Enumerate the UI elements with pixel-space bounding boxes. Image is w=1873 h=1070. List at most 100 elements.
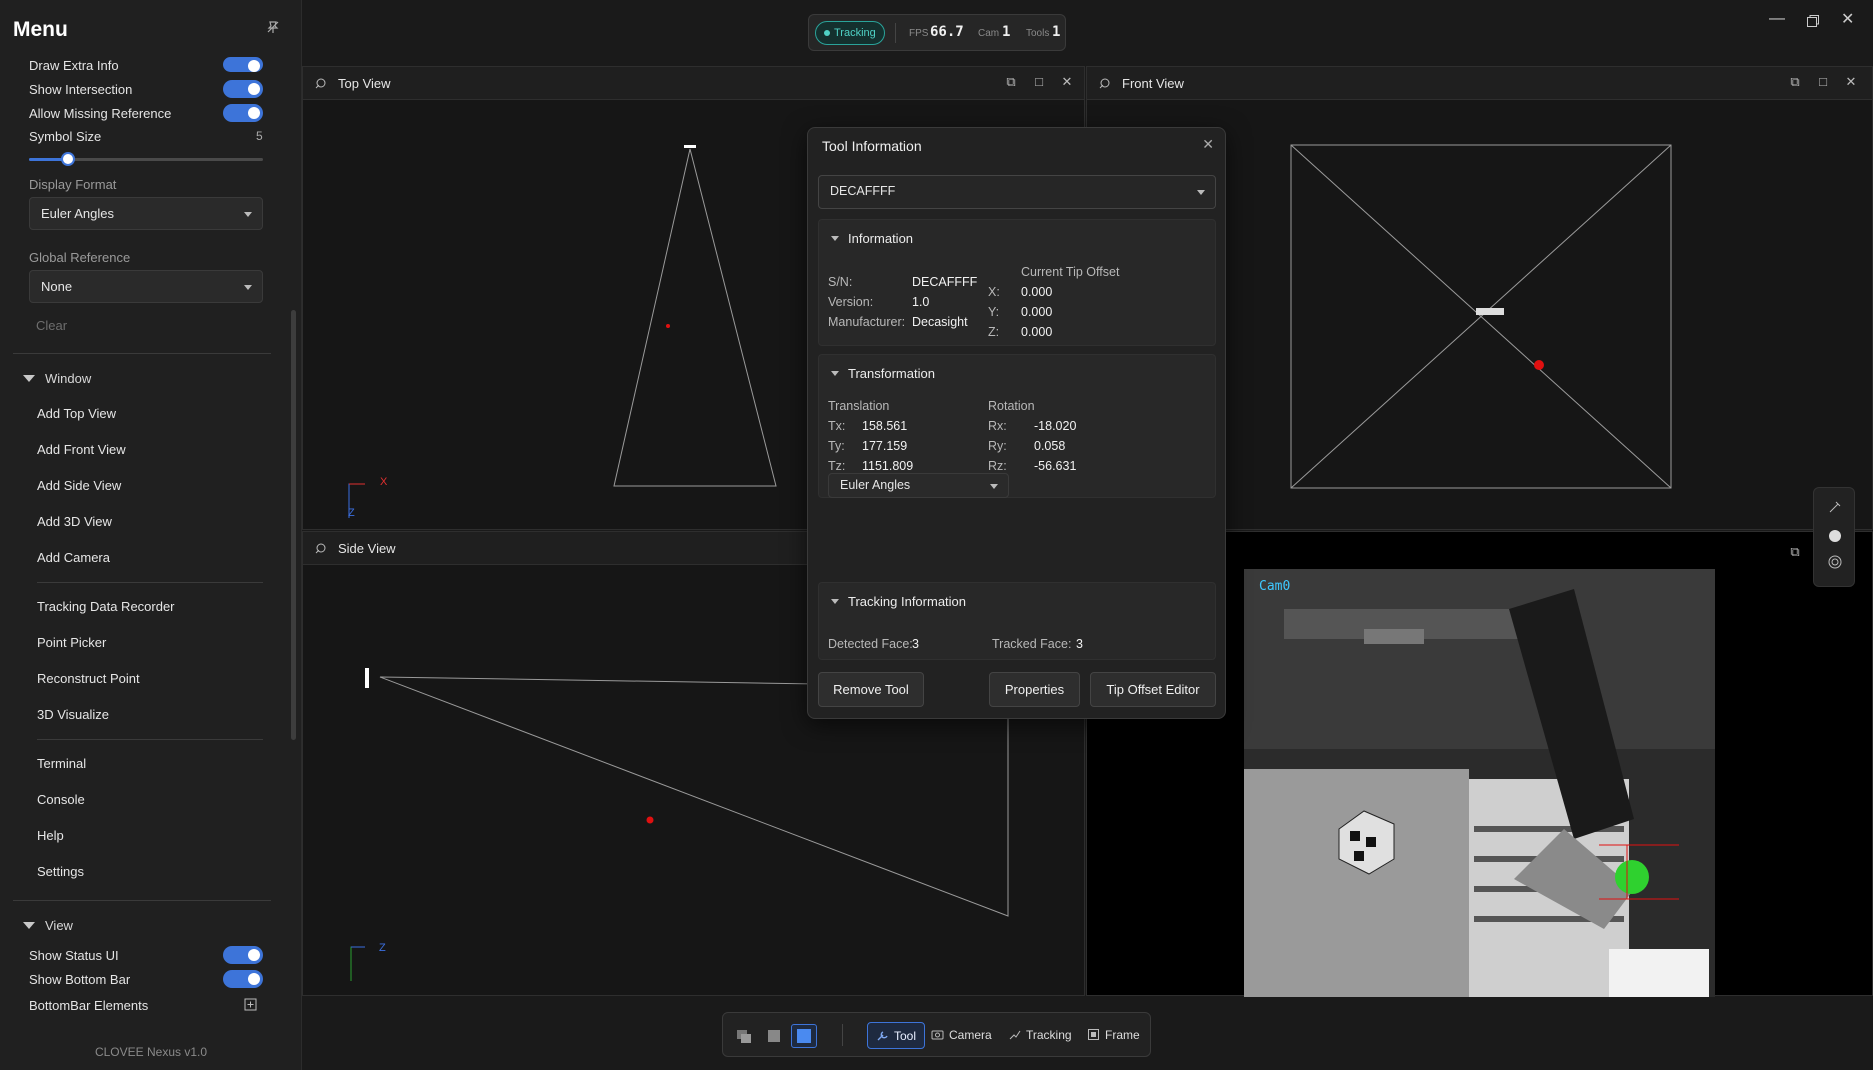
ry-value: 0.058 [1034,439,1066,453]
menu-item-point-picker[interactable]: Point Picker [37,635,106,650]
fps-value: 66.7 [930,24,964,40]
menu-title: Menu [13,18,68,41]
target-tool-icon[interactable] [1827,554,1843,570]
menu-item-tracking-data-recorder[interactable]: Tracking Data Recorder [37,599,175,614]
menu-item-help[interactable]: Help [37,828,64,843]
view-icon [1099,78,1110,89]
menu-item-terminal[interactable]: Terminal [37,756,86,771]
dialog-title: Tool Information [822,138,922,154]
close-window-button[interactable]: ✕ [1841,9,1854,29]
properties-button[interactable]: Properties [989,672,1080,707]
view-icon [315,543,326,554]
menu-item-add-3d-view[interactable]: Add 3D View [37,514,112,529]
tab-camera-label: Camera [949,1028,992,1042]
show-bottom-bar-toggle[interactable] [223,970,263,988]
wrench-icon [877,1031,888,1041]
tracking-information-header[interactable]: Tracking Information [831,594,966,609]
caret-down-icon [23,922,35,929]
popout-icon[interactable]: ⧉ [1787,74,1803,90]
tools-label: Tools [1026,28,1050,39]
close-panel-icon[interactable]: ✕ [1843,74,1859,90]
maximize-panel-icon[interactable]: □ [1815,74,1831,90]
menu-item-add-top-view[interactable]: Add Top View [37,406,116,421]
rotation-format-value: Euler Angles [840,478,911,492]
menu-item-settings[interactable]: Settings [37,864,84,879]
rx-label: Rx: [988,419,1007,433]
view-section-header[interactable]: View [23,918,73,933]
point-tool-icon[interactable] [1829,530,1841,542]
slider-thumb[interactable] [61,152,75,166]
draw-extra-info-toggle[interactable] [223,57,263,72]
maximize-window-button[interactable] [1806,14,1820,28]
axis-x-label: X [380,476,388,488]
global-reference-select[interactable]: None [29,270,263,303]
tool-select[interactable]: DECAFFFF [818,175,1216,209]
tab-tracking[interactable]: Tracking [1000,1022,1080,1049]
tracking-information-group: Tracking Information Detected Face: 3 Tr… [818,582,1216,660]
tip-y-value: 0.000 [1021,305,1053,319]
minimize-window-button[interactable]: — [1769,10,1785,28]
menu-item-3d-visualize[interactable]: 3D Visualize [37,707,109,722]
remove-tool-button[interactable]: Remove Tool [818,672,924,707]
version-label: Version: [828,295,874,309]
panel-header: Front View ⧉ □ ✕ [1087,67,1872,100]
maximize-panel-icon[interactable]: □ [1031,74,1047,90]
measure-tool-icon[interactable] [1827,499,1843,515]
rz-label: Rz: [988,459,1007,473]
close-panel-icon[interactable]: ✕ [1059,74,1075,90]
expand-plus-icon[interactable] [244,998,257,1011]
popout-icon[interactable]: ⧉ [1003,74,1019,90]
layout-single-icon[interactable] [763,1025,785,1047]
clear-button[interactable]: Clear [36,318,67,333]
information-header-label: Information [848,231,914,246]
display-format-label: Display Format [29,177,117,192]
symbol-size-slider[interactable] [29,152,263,166]
window-section-header[interactable]: Window [23,371,91,386]
tip-offset-editor-button[interactable]: Tip Offset Editor [1090,672,1216,707]
tab-tool[interactable]: Tool [867,1022,926,1049]
layout-cascade-icon[interactable] [733,1025,755,1047]
caret-down-icon [831,371,839,376]
rz-value: -56.631 [1034,459,1077,473]
information-header[interactable]: Information [831,231,913,246]
show-status-ui-toggle[interactable] [223,946,263,964]
show-intersection-toggle[interactable] [223,80,263,98]
pin-off-icon[interactable] [266,20,280,34]
toggle-label-show-status-ui: Show Status UI [29,948,119,963]
menu-item-add-camera[interactable]: Add Camera [37,550,110,565]
menu-item-add-side-view[interactable]: Add Side View [37,478,121,493]
tip-x-value: 0.000 [1021,285,1053,299]
symbol-size-value: 5 [256,129,263,143]
menu-item-reconstruct-point[interactable]: Reconstruct Point [37,671,140,686]
menu-item-console[interactable]: Console [37,792,85,807]
layout-grid-button[interactable] [791,1024,817,1048]
status-bar: Tracking FPS 66.7 Cam 1 Tools 1 [808,14,1066,51]
transformation-group: Transformation Translation Rotation Tx: … [818,354,1216,498]
window-section-label: Window [45,371,92,386]
divider [895,23,896,43]
tip-offset-title: Current Tip Offset [1021,265,1120,279]
close-icon[interactable]: ✕ [1202,136,1214,153]
tab-frame[interactable]: Frame [1079,1022,1148,1049]
chevron-down-icon [990,484,998,489]
rx-value: -18.020 [1034,419,1077,433]
sidebar-scrollbar[interactable] [291,310,296,740]
tab-camera[interactable]: Camera [923,1022,1000,1049]
axis-z-label: Z [379,942,386,954]
rotation-format-select[interactable]: Euler Angles [828,473,1009,498]
menu-item-add-front-view[interactable]: Add Front View [37,442,126,457]
tracking-status-badge[interactable]: Tracking [815,21,885,45]
app-window: Menu Draw Extra Info Show Intersection A… [0,0,1873,1070]
popout-icon[interactable]: ⧉ [1787,544,1803,560]
display-format-select[interactable]: Euler Angles [29,197,263,230]
transformation-header[interactable]: Transformation [831,366,935,381]
allow-missing-reference-toggle[interactable] [223,104,263,122]
rotation-title: Rotation [988,399,1035,413]
tz-label: Tz: [828,459,846,473]
divider [842,1024,843,1046]
divider [37,582,263,583]
ry-label: Ry: [988,439,1007,453]
tx-value: 158.561 [862,419,908,433]
tool-information-dialog: Tool Information ✕ DECAFFFF Information … [807,127,1226,719]
bottom-bar: Tool Camera Tracking Frame [722,1012,1151,1057]
